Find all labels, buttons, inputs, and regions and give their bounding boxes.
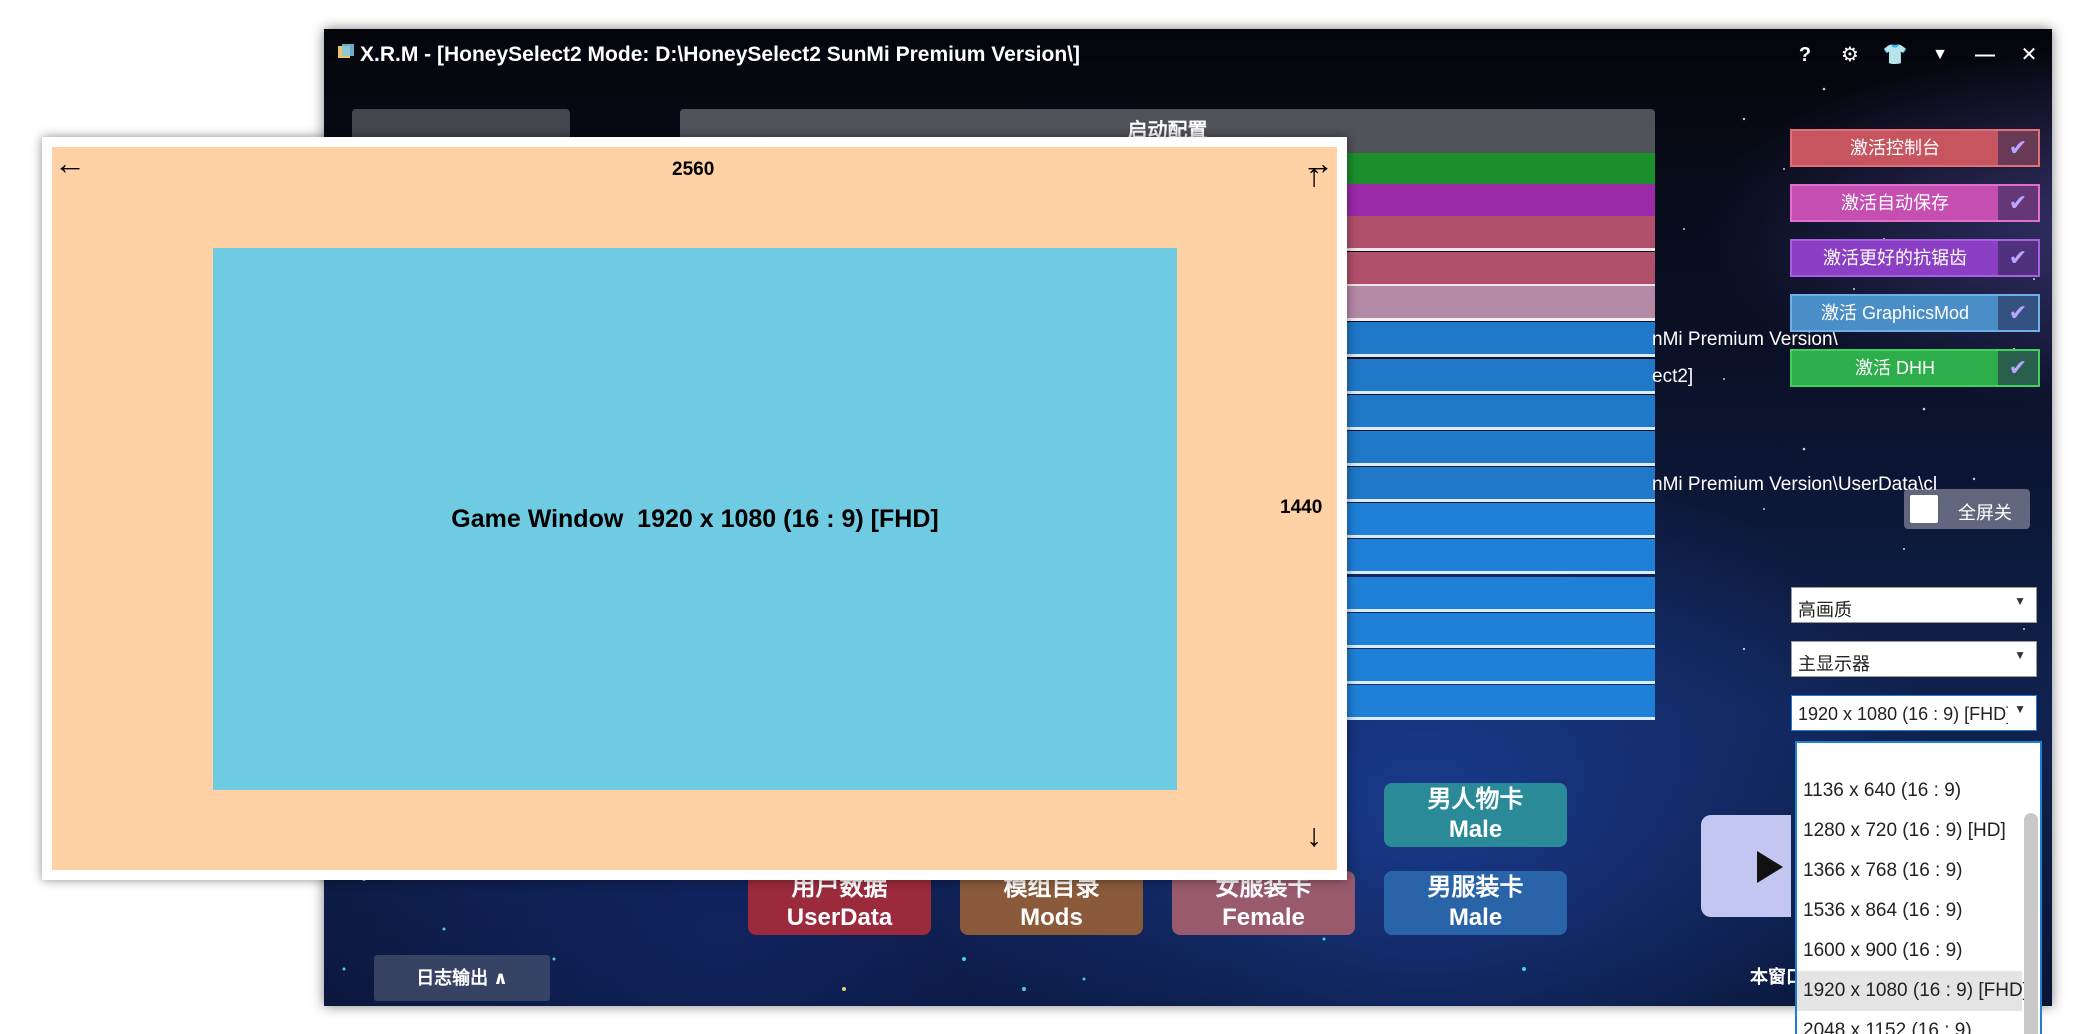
toggle-autosave[interactable]: 激活自动保存 ✔: [1790, 184, 2040, 222]
game-window-rect: Game Window 1920 x 1080 (16 : 9) [FHD]: [213, 248, 1177, 790]
check-icon[interactable]: ✔: [1998, 241, 2038, 275]
title-bar[interactable]: X.R.M - [HoneySelect2 Mode: D:\HoneySele…: [324, 29, 2052, 79]
button-line-2: Female: [1222, 904, 1305, 931]
quality-value: 高画质: [1798, 600, 1852, 620]
female-clothes-button[interactable]: 女服装卡 Female: [1172, 871, 1355, 935]
fullscreen-toggle[interactable]: 全屏关: [1904, 489, 2030, 529]
button-line-2: Male: [1448, 904, 1503, 931]
chevron-down-icon: ▼: [2014, 702, 2026, 716]
check-icon[interactable]: ✔: [1998, 351, 2038, 385]
fullscreen-label: 全屏关: [1958, 503, 2012, 523]
minimize-icon[interactable]: —: [1970, 40, 2000, 70]
resolution-option[interactable]: 1536 x 864 (16 : 9): [1797, 891, 2022, 931]
width-arrow-left: ←: [54, 145, 86, 181]
chevron-down-icon: ▼: [2014, 594, 2026, 608]
resolution-value: 1920 x 1080 (16 : 9) [FHD]: [1798, 704, 2008, 724]
toggle-antialias[interactable]: 激活更好的抗锯齿 ✔: [1790, 239, 2040, 277]
resolution-dropdown[interactable]: 1920 x 1080 (16 : 9) [FHD] ▼: [1791, 695, 2037, 731]
resolution-option[interactable]: 1920 x 1080 (16 : 9) [FHD]: [1797, 971, 2028, 1011]
resolution-list-scrollbar[interactable]: [2024, 813, 2038, 1034]
game-window-label: Game Window 1920 x 1080 (16 : 9) [FHD]: [451, 504, 939, 533]
app-icon: [338, 44, 354, 58]
resolution-preview-popup: ← 2560 → ↑ 1440 ↓ Game Window 1920 x 108…: [42, 137, 1347, 880]
height-arrow-up: ↑: [1306, 157, 1322, 193]
check-icon[interactable]: ✔: [1998, 186, 2038, 220]
height-arrow-down: ↓: [1306, 817, 1322, 853]
left-panel-header: [352, 109, 570, 139]
toggle-console[interactable]: 激活控制台 ✔: [1790, 129, 2040, 167]
toggle-label: 激活自动保存: [1841, 193, 1949, 213]
window-title: X.R.M - [HoneySelect2 Mode: D:\HoneySele…: [360, 43, 1080, 66]
male-clothes-button[interactable]: 男服装卡 Male: [1384, 871, 1567, 935]
close-icon[interactable]: ✕: [2014, 40, 2044, 70]
quality-dropdown[interactable]: 高画质 ▼: [1791, 587, 2037, 623]
mods-button[interactable]: 模组目录 Mods: [960, 871, 1143, 935]
userdata-button[interactable]: 用户数据 UserData: [748, 871, 931, 935]
male-character-button[interactable]: 男人物卡 Male: [1384, 783, 1567, 847]
button-line-1: 男服装卡: [1427, 874, 1524, 901]
resolution-option[interactable]: 2048 x 1152 (16 : 9): [1797, 1011, 2022, 1034]
play-icon: [1757, 851, 1783, 883]
toggle-label: 激活 DHH: [1855, 358, 1935, 378]
menu-icon[interactable]: ▼: [1925, 40, 1955, 70]
toggle-label: 激活 GraphicsMod: [1820, 303, 1970, 323]
check-icon[interactable]: ✔: [1998, 131, 2038, 165]
toggle-label: 激活控制台: [1850, 138, 1940, 158]
button-line-2: Male: [1448, 816, 1503, 843]
screen-height-label: 1440: [1280, 497, 1323, 518]
launch-button[interactable]: [1701, 815, 1791, 917]
screen-area: ← 2560 → ↑ 1440 ↓ Game Window 1920 x 108…: [52, 147, 1337, 870]
fullscreen-knob: [1910, 495, 1938, 523]
monitor-value: 主显示器: [1798, 654, 1870, 674]
resolution-option[interactable]: 1280 x 720 (16 : 9) [HD]: [1797, 811, 2022, 851]
toggle-label: 激活更好的抗锯齿: [1823, 248, 1967, 268]
check-icon[interactable]: ✔: [1998, 296, 2038, 330]
skin-icon[interactable]: 👕: [1880, 40, 1910, 70]
settings-icon[interactable]: ⚙: [1835, 40, 1865, 70]
resolution-list[interactable]: 1136 x 640 (16 : 9) 1280 x 720 (16 : 9) […: [1795, 741, 2042, 1034]
resolution-option[interactable]: 1136 x 640 (16 : 9): [1797, 771, 2022, 811]
screen-width-label: 2560: [672, 159, 715, 180]
resolution-option[interactable]: 1366 x 768 (16 : 9): [1797, 851, 2022, 891]
button-line-2: UserData: [786, 904, 893, 931]
log-output-button[interactable]: 日志输出 ∧: [374, 955, 550, 1001]
help-icon[interactable]: ?: [1790, 40, 1820, 70]
resolution-option[interactable]: 1600 x 900 (16 : 9): [1797, 931, 2022, 971]
toggle-dhh[interactable]: 激活 DHH ✔: [1790, 349, 2040, 387]
toggle-graphicsmod[interactable]: 激活 GraphicsMod ✔: [1790, 294, 2040, 332]
chevron-down-icon: ▼: [2014, 648, 2026, 662]
button-line-1: 男人物卡: [1427, 786, 1524, 813]
button-line-2: Mods: [1020, 904, 1083, 931]
monitor-dropdown[interactable]: 主显示器 ▼: [1791, 641, 2037, 677]
